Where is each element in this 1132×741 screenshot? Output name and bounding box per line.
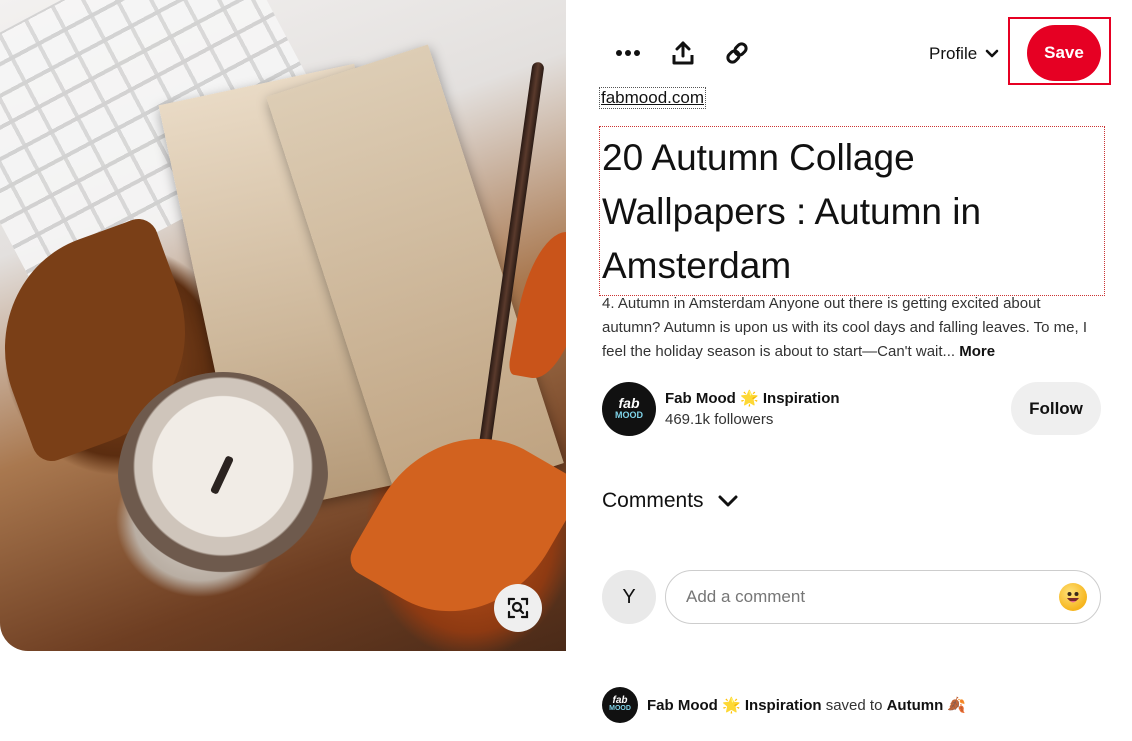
description-text: 4. Autumn in Amsterdam Anyone out there … (602, 295, 1087, 360)
avatar-text-bottom: MOOD (615, 410, 643, 420)
emoji-icon (1067, 592, 1079, 603)
fallen-leaf-emoji-icon: 🍂 (947, 697, 967, 714)
ellipsis-icon (616, 50, 640, 56)
saved-by-name-part1[interactable]: Fab Mood (647, 697, 718, 714)
saved-to-line: Fab Mood 🌟 Inspiration saved to Autumn 🍂 (647, 696, 966, 714)
saved-by-avatar[interactable]: fab MOOD (602, 687, 638, 723)
visual-search-icon (507, 597, 529, 619)
share-upload-icon (672, 41, 694, 65)
avatar-text-top: fab (618, 395, 640, 411)
creator-avatar[interactable]: fab MOOD (602, 382, 656, 436)
profile-label: Profile (929, 44, 978, 63)
source-link[interactable]: fabmood.com (599, 87, 706, 109)
follower-count: 469.1k followers (665, 411, 774, 428)
chevron-down-icon (718, 495, 738, 506)
more-options-button[interactable] (611, 36, 645, 70)
pin-image[interactable] (0, 0, 566, 651)
copy-link-button[interactable] (720, 36, 754, 70)
star-emoji-icon: 🌟 (740, 390, 759, 407)
star-emoji-icon: 🌟 (722, 697, 741, 714)
saved-to-text: saved to (825, 697, 883, 714)
comments-toggle[interactable]: Comments (602, 489, 738, 513)
user-avatar[interactable]: Y (602, 570, 656, 624)
more-link[interactable]: More (959, 343, 995, 360)
board-link[interactable]: Autumn (887, 697, 944, 714)
visual-search-button[interactable] (494, 584, 542, 632)
saved-by-name-part2[interactable]: Inspiration (745, 697, 822, 714)
pin-description: 4. Autumn in Amsterdam Anyone out there … (602, 292, 1092, 364)
creator-name[interactable]: Fab Mood 🌟 Inspiration (665, 389, 840, 407)
creator-name-part1: Fab Mood (665, 390, 736, 407)
follow-button[interactable]: Follow (1011, 382, 1101, 435)
saved-avatar-text-top: fab (612, 695, 628, 706)
profile-dropdown[interactable]: Profile (929, 42, 999, 66)
link-icon (726, 42, 748, 64)
chevron-down-icon (985, 49, 999, 58)
share-button[interactable] (666, 36, 700, 70)
emoji-picker-button[interactable] (1059, 583, 1087, 611)
comment-input[interactable] (665, 570, 1101, 624)
pin-title: 20 Autumn Collage Wallpapers : Autumn in… (599, 126, 1105, 296)
creator-name-part2: Inspiration (762, 390, 840, 407)
comments-header-label: Comments (602, 489, 704, 512)
saved-avatar-text-bottom: MOOD (609, 705, 631, 712)
save-button[interactable]: Save (1027, 25, 1101, 81)
